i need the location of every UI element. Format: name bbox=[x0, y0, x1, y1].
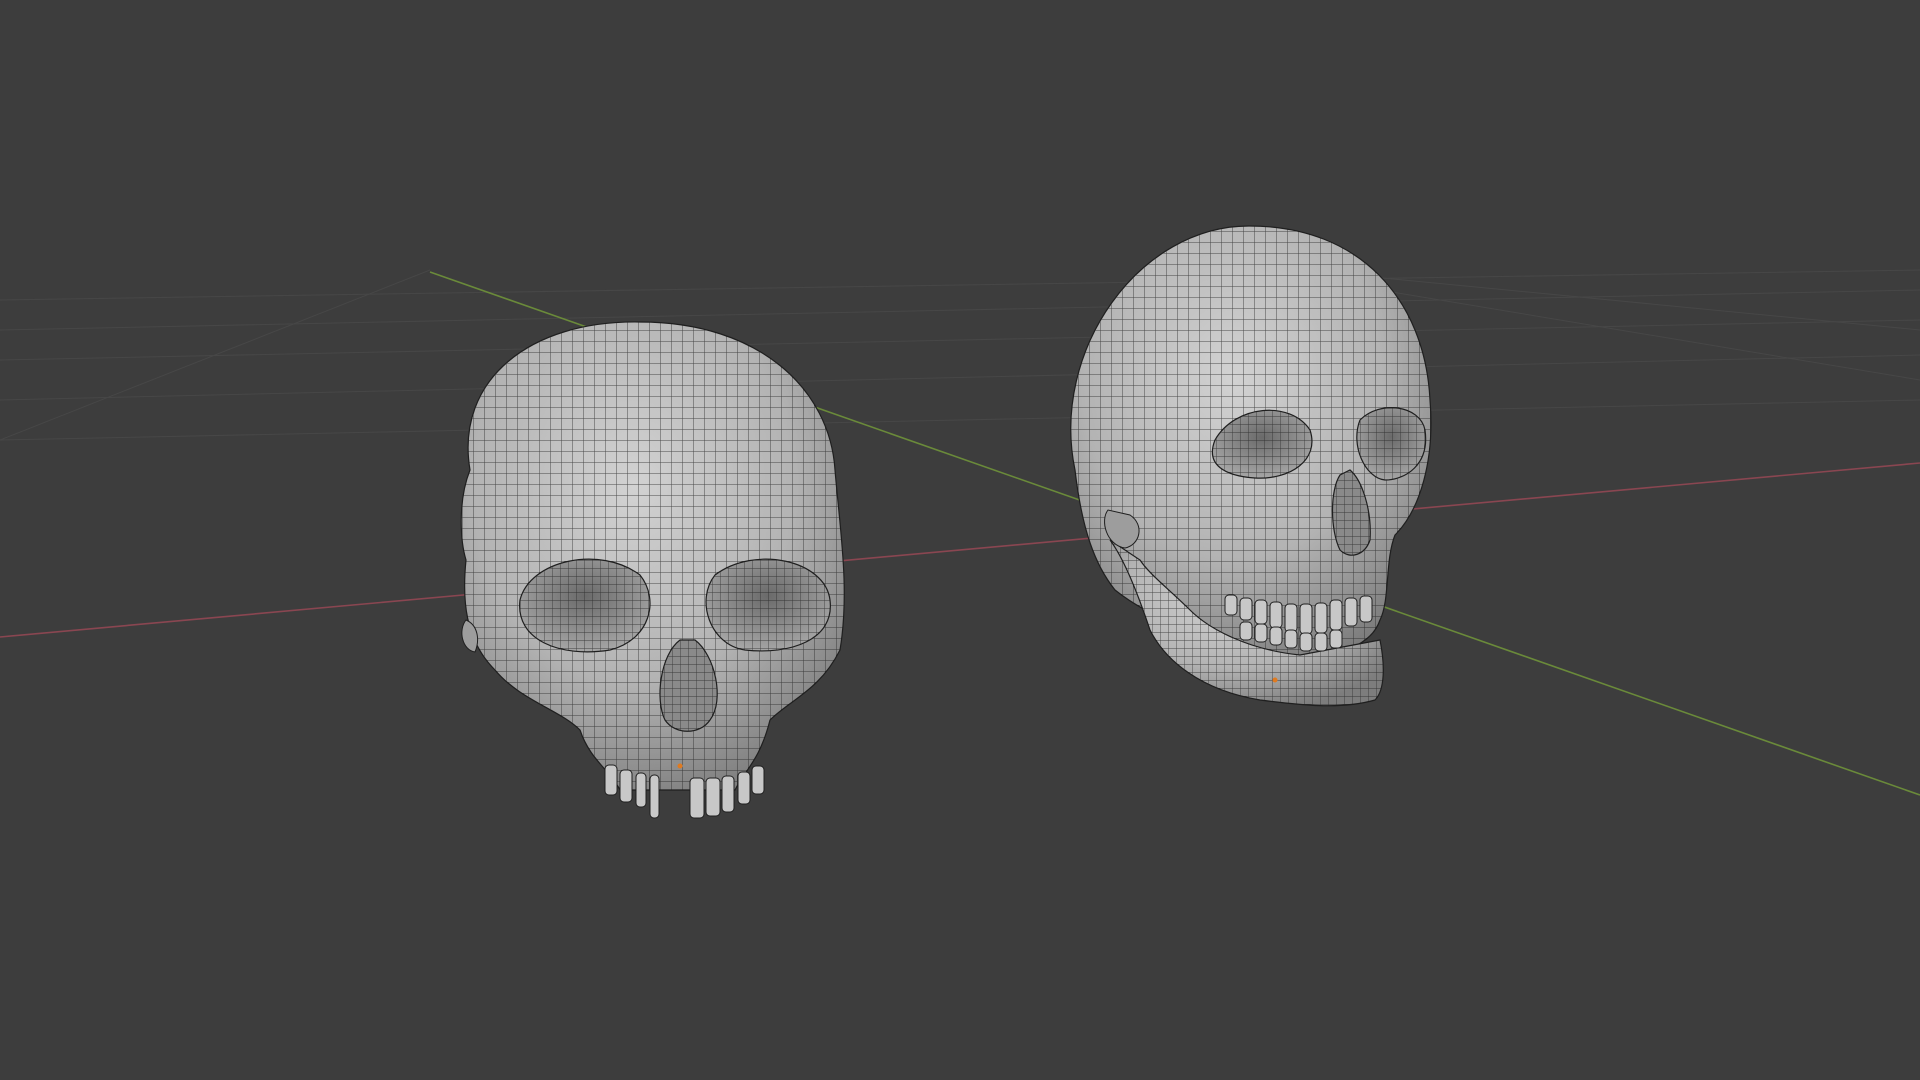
origin-dot-right bbox=[1272, 677, 1278, 683]
skull-front-mesh[interactable] bbox=[460, 321, 845, 819]
floor-grid bbox=[0, 269, 1920, 441]
skull-three-quarter-mesh[interactable] bbox=[1070, 225, 1432, 707]
origin-dot-left bbox=[677, 763, 683, 769]
x-axis-line bbox=[0, 462, 1920, 638]
3d-viewport[interactable] bbox=[0, 0, 1920, 1080]
